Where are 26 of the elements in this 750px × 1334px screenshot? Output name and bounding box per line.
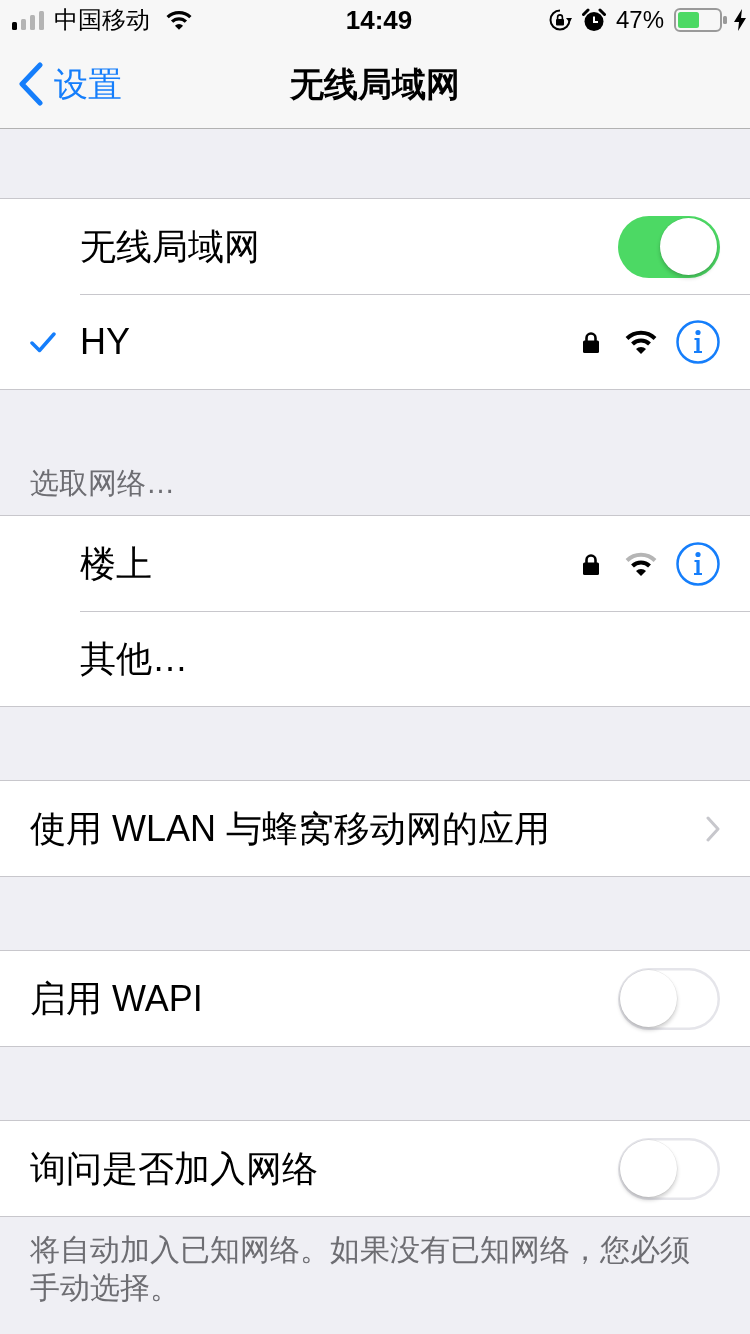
row-label: 询问是否加入网络 xyxy=(30,1146,319,1191)
carrier-name: 中国移动 xyxy=(54,5,150,35)
info-icon[interactable] xyxy=(676,320,720,364)
info-icon[interactable] xyxy=(676,541,720,586)
battery-percentage: 47% xyxy=(615,5,664,35)
nav-title: 无线局域网 xyxy=(290,63,460,105)
settings-link[interactable]: 使用 WLAN 与蜂窝移动网的应用 xyxy=(0,781,750,876)
rotation-lock-icon xyxy=(547,8,572,32)
network-row[interactable]: HY xyxy=(0,294,750,389)
toggle-switch[interactable] xyxy=(618,1137,720,1200)
toggle-switch[interactable] xyxy=(618,967,720,1030)
footer-note: 将自动加入已知网络。如果没有已知网络，您必须手动选择。 xyxy=(29,1232,691,1306)
battery-icon xyxy=(674,8,728,32)
chevron-left-icon xyxy=(18,62,44,106)
settings-link[interactable]: 其他… xyxy=(0,611,750,706)
alarm-clock-icon xyxy=(581,8,606,32)
wifi-icon xyxy=(166,10,192,30)
row-label: 启用 WAPI xyxy=(30,976,204,1021)
toggle-switch[interactable] xyxy=(618,215,720,278)
row-label: 无线局域网 xyxy=(80,224,261,269)
status-time: 14:49 xyxy=(345,3,413,37)
back-button[interactable]: 设置 xyxy=(0,62,122,106)
network-row[interactable]: 楼上 xyxy=(0,516,750,611)
section-header: 选取网络… xyxy=(30,466,175,501)
signal-bars-icon xyxy=(12,10,46,30)
checkmark-icon xyxy=(30,330,56,353)
